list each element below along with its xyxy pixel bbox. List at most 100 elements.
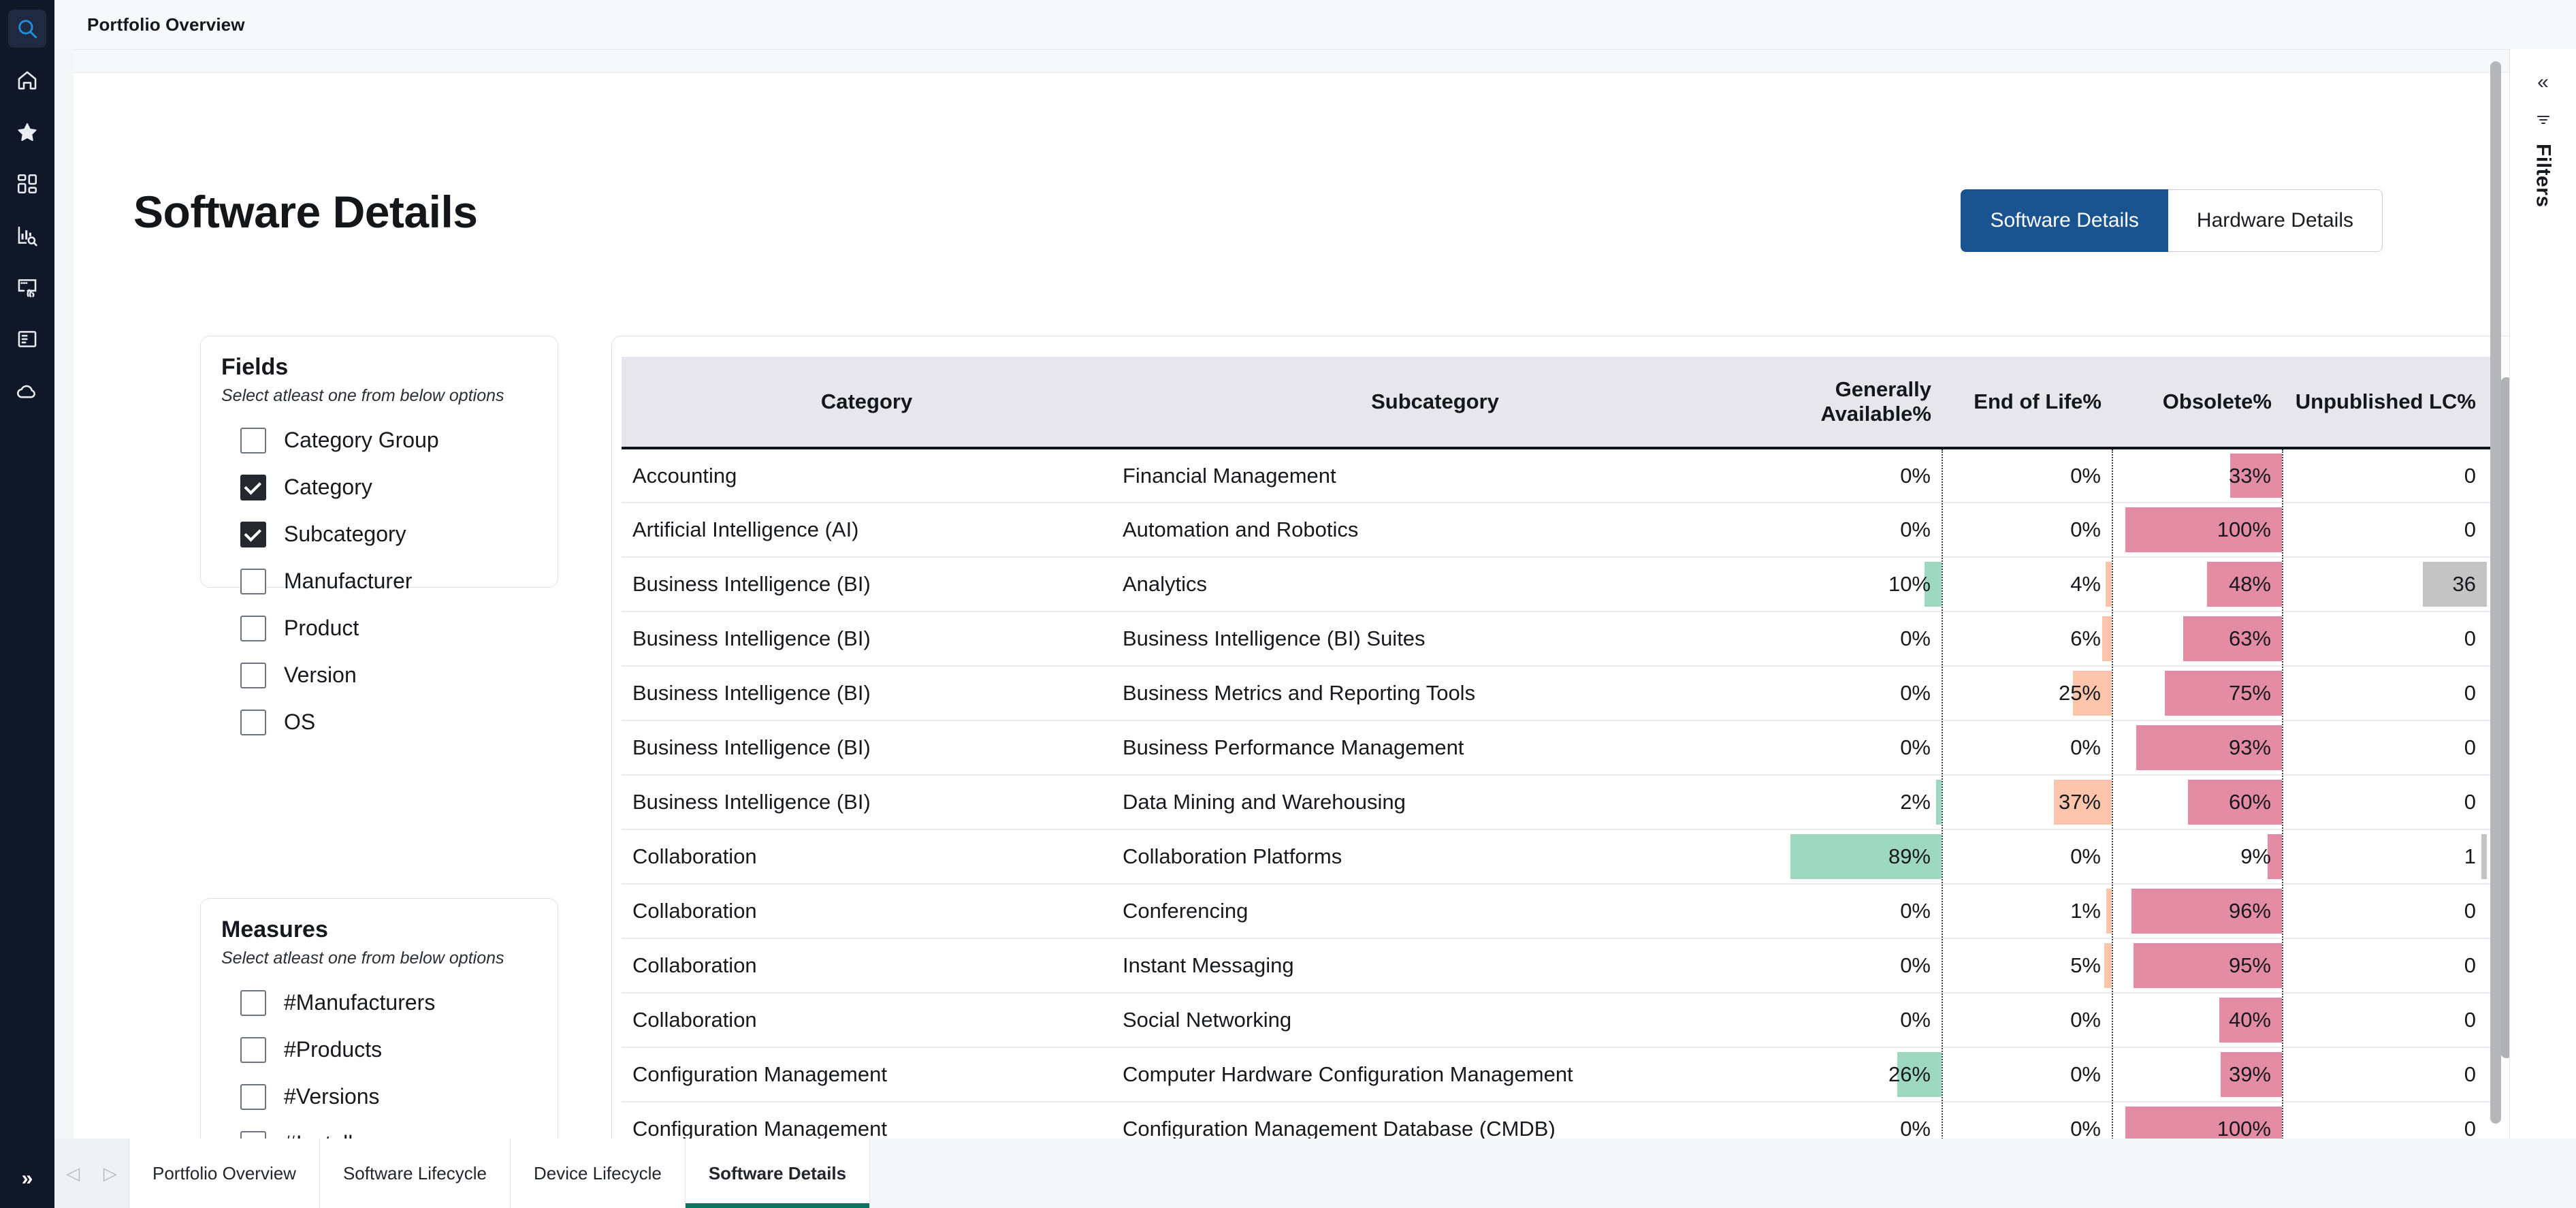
table-cell-category: Business Intelligence (BI) (622, 775, 1112, 829)
table-cell-category: Business Intelligence (BI) (622, 666, 1112, 720)
table-row[interactable]: CollaborationConferencing0%1%96%0 (622, 884, 2500, 938)
cell-text: 0% (2070, 464, 2101, 488)
table-cell-value: 0% (1758, 993, 1942, 1047)
field-checkbox[interactable] (240, 475, 266, 500)
field-option-row[interactable]: Product (240, 605, 558, 652)
table-cell-subcategory: Instant Messaging (1112, 938, 1758, 993)
measure-checkbox[interactable] (240, 1131, 266, 1139)
star-icon[interactable] (8, 113, 46, 151)
measure-option-row[interactable]: #Versions (240, 1073, 558, 1120)
field-checkbox[interactable] (240, 616, 266, 641)
table-row[interactable]: Configuration ManagementConfiguration Ma… (622, 1102, 2500, 1139)
cell-text: 96% (2229, 899, 2271, 923)
table-cell-subcategory: Business Intelligence (BI) Suites (1112, 611, 1758, 666)
cell-text: 0% (2070, 1008, 2101, 1032)
tab-nav-arrows: ◁ ▷ (54, 1139, 129, 1208)
tab-prev-arrow-icon[interactable]: ◁ (66, 1163, 80, 1184)
table-row[interactable]: CollaborationCollaboration Platforms89%0… (622, 829, 2500, 884)
col-header-subcategory[interactable]: Subcategory (1112, 357, 1758, 448)
table-vertical-scrollbar[interactable] (2500, 377, 2509, 1058)
chart-search-icon[interactable] (8, 217, 46, 255)
tab-software-details[interactable]: Software Details (686, 1139, 870, 1208)
cell-text: 0% (1900, 735, 1931, 759)
collapse-filters-icon[interactable]: « (2537, 71, 2549, 94)
rail-collapse-button[interactable]: » (0, 1162, 54, 1196)
apps-grid-icon[interactable] (8, 165, 46, 203)
field-option-label: Product (284, 616, 359, 641)
cell-text: 0% (1900, 1117, 1931, 1139)
table-row[interactable]: Business Intelligence (BI)Data Mining an… (622, 775, 2500, 829)
table-cell-category: Collaboration (622, 829, 1112, 884)
table-cell-category: Collaboration (622, 993, 1112, 1047)
measure-option-row[interactable]: #Manufacturers (240, 979, 558, 1026)
cell-text: 0 (2464, 518, 2476, 541)
cell-text: 2% (1900, 790, 1931, 814)
table-cell-value: 0 (2283, 611, 2487, 666)
field-checkbox[interactable] (240, 710, 266, 735)
col-header-end-of-life[interactable]: End of Life% (1942, 357, 2112, 448)
cell-text: 37% (2059, 790, 2101, 814)
table-cell-value: 0 (2283, 884, 2487, 938)
search-icon[interactable] (8, 10, 46, 48)
table-cell-value: 36 (2283, 557, 2487, 611)
table-row[interactable]: CollaborationInstant Messaging0%5%95%0 (622, 938, 2500, 993)
measure-option-row[interactable]: #Installs (240, 1120, 558, 1139)
field-checkbox[interactable] (240, 428, 266, 454)
field-option-row[interactable]: Subcategory (240, 511, 558, 558)
cell-text: 0% (1900, 626, 1931, 650)
tab-software-lifecycle[interactable]: Software Lifecycle (320, 1139, 511, 1208)
measure-option-row[interactable]: #Products (240, 1026, 558, 1073)
software-details-toggle[interactable]: Software Details (1961, 189, 2168, 252)
field-option-row[interactable]: Manufacturer (240, 558, 558, 605)
col-header-obsolete[interactable]: Obsolete% (2112, 357, 2283, 448)
cell-text: 0% (2070, 1117, 2101, 1139)
table-row[interactable]: Configuration ManagementComputer Hardwar… (622, 1047, 2500, 1102)
field-checkbox[interactable] (240, 663, 266, 688)
measures-title: Measures (221, 917, 558, 943)
page-title: Software Details (133, 186, 478, 238)
window-fingerprint-icon[interactable] (8, 268, 46, 306)
table-cell-subcategory: Data Mining and Warehousing (1112, 775, 1758, 829)
measure-checkbox[interactable] (240, 1084, 266, 1110)
table-row[interactable]: Business Intelligence (BI)Business Perfo… (622, 720, 2500, 775)
field-option-row[interactable]: Category (240, 464, 558, 511)
col-header-category[interactable]: Category (622, 357, 1112, 448)
cell-text: 95% (2229, 953, 2271, 977)
field-option-row[interactable]: Category Group (240, 417, 558, 464)
field-option-row[interactable]: Version (240, 652, 558, 699)
measures-option-list: #Manufacturers#Products#Versions#Install… (240, 979, 558, 1139)
table-row[interactable]: CollaborationSocial Networking0%0%40%0 (622, 993, 2500, 1047)
tab-label: Portfolio Overview (152, 1163, 296, 1184)
measure-checkbox[interactable] (240, 990, 266, 1016)
table-cell-value: 75% (2112, 666, 2283, 720)
table-row[interactable]: Artificial Intelligence (AI)Automation a… (622, 503, 2500, 557)
table-row[interactable]: Business Intelligence (BI)Analytics10%4%… (622, 557, 2500, 611)
table-row[interactable]: Business Intelligence (BI)Business Metri… (622, 666, 2500, 720)
table-cell-subcategory: Financial Management (1112, 448, 1758, 503)
measure-checkbox[interactable] (240, 1037, 266, 1063)
field-checkbox[interactable] (240, 569, 266, 594)
cell-text: 0 (2464, 1117, 2476, 1139)
left-icon-rail: » (0, 0, 54, 1208)
table-cell-value: 0% (1758, 1102, 1942, 1139)
home-icon[interactable] (8, 61, 46, 99)
tab-next-arrow-icon[interactable]: ▷ (103, 1163, 117, 1184)
col-header-unpublished-lc[interactable]: Unpublished LC% (2283, 357, 2487, 448)
col-header-generally-available[interactable]: Generally Available% (1758, 357, 1942, 448)
table-cell-subcategory: Conferencing (1112, 884, 1758, 938)
table-row[interactable]: AccountingFinancial Management0%0%33%0 (622, 448, 2500, 503)
canvas-top-strip (74, 50, 2509, 73)
hardware-details-toggle[interactable]: Hardware Details (2168, 189, 2383, 252)
list-panel-icon[interactable] (8, 320, 46, 358)
field-option-row[interactable]: OS (240, 699, 558, 746)
fields-title: Fields (221, 354, 558, 381)
cell-text: 0 (2464, 899, 2476, 923)
cloud-icon[interactable] (8, 372, 46, 410)
filters-label: Filters (2532, 144, 2555, 208)
table-cell-value: 40% (2112, 993, 2283, 1047)
page-vertical-scrollbar[interactable] (2490, 61, 2501, 1124)
table-row[interactable]: Business Intelligence (BI)Business Intel… (622, 611, 2500, 666)
tab-device-lifecycle[interactable]: Device Lifecycle (511, 1139, 686, 1208)
tab-portfolio-overview[interactable]: Portfolio Overview (129, 1139, 320, 1208)
field-checkbox[interactable] (240, 522, 266, 547)
